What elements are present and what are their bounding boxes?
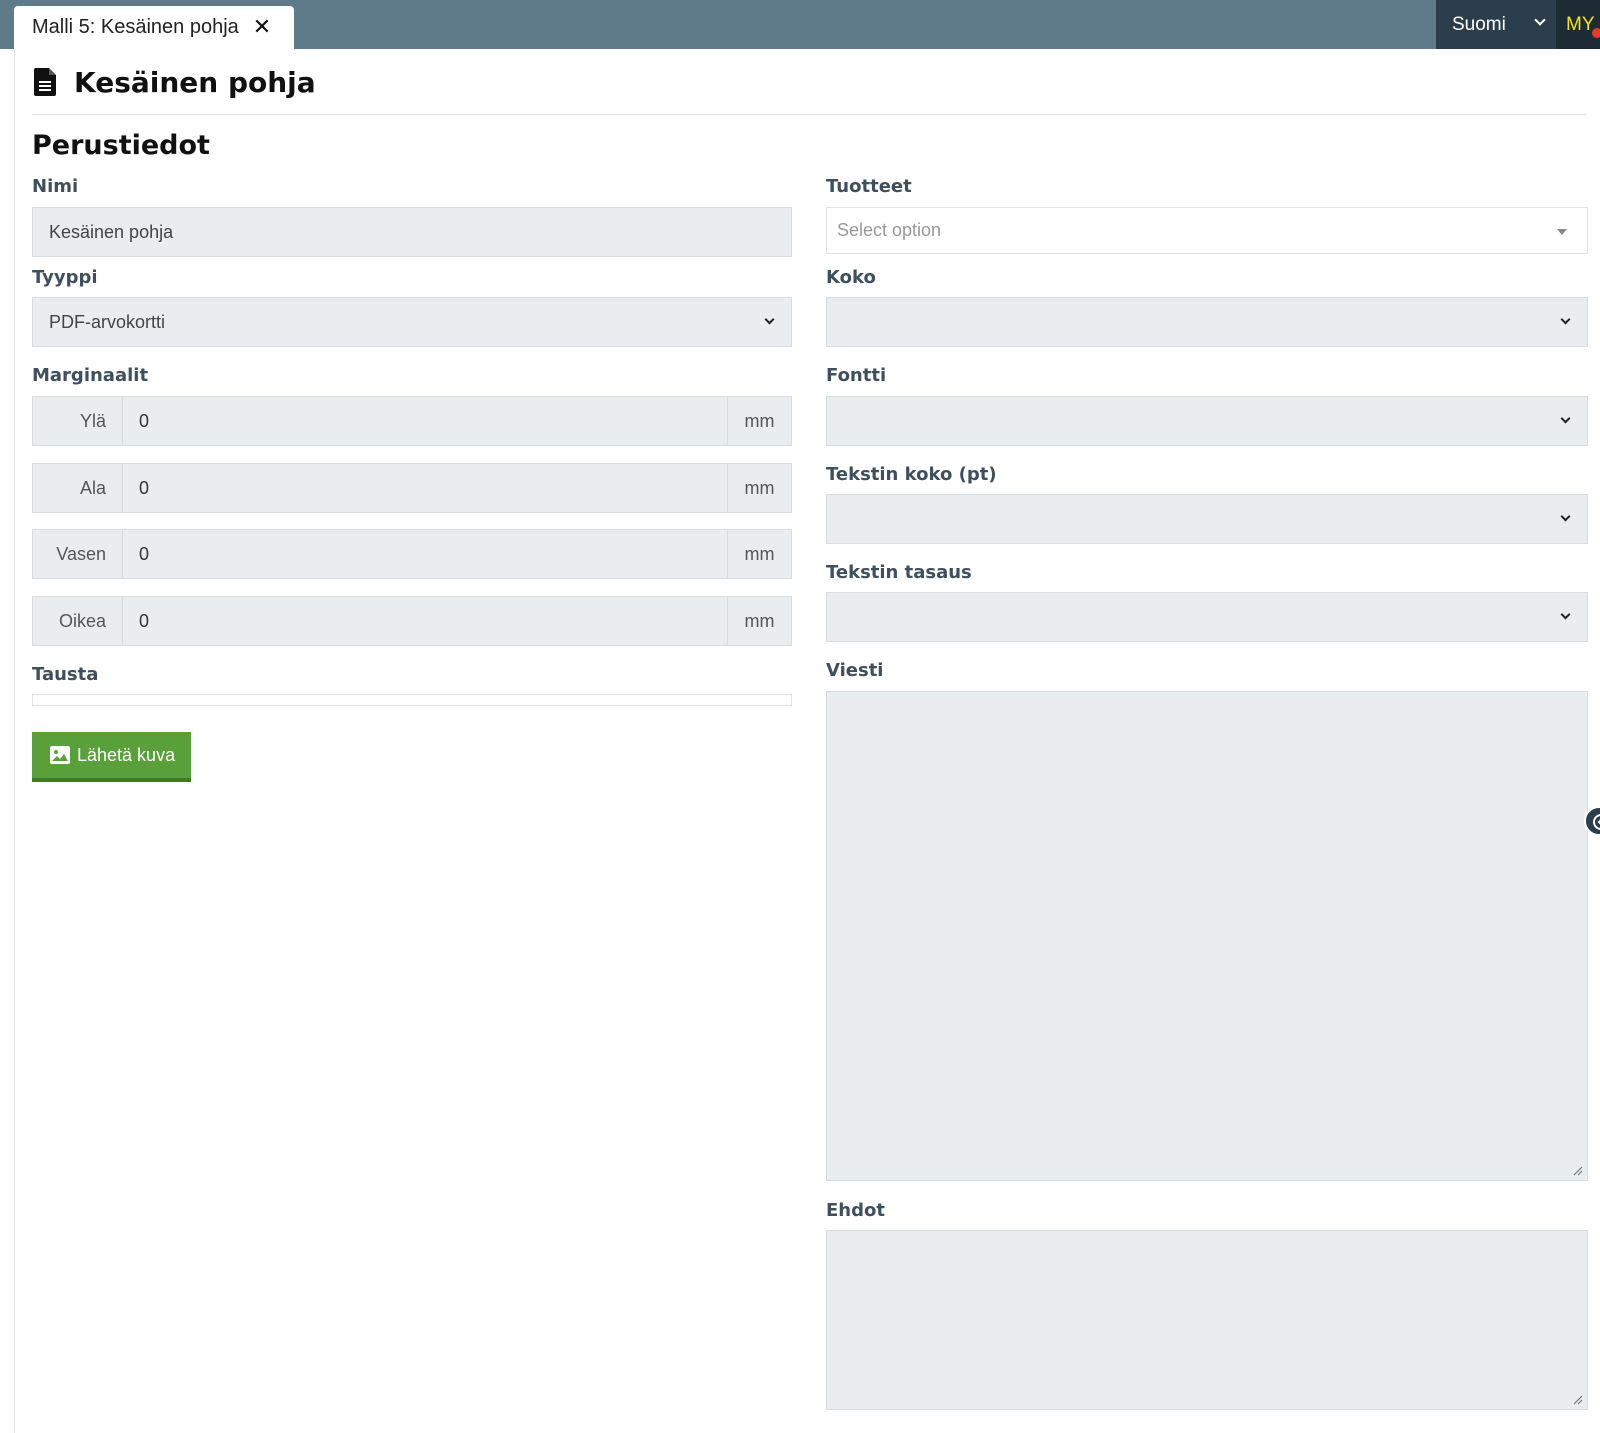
koko-label: Koko: [826, 267, 876, 288]
arrow-left-icon: [1593, 814, 1600, 830]
margin-top-label: Ylä: [33, 397, 123, 445]
notification-dot: [1592, 28, 1600, 38]
language-label: Suomi: [1452, 13, 1506, 35]
margin-right-unit: mm: [727, 597, 791, 645]
margin-left-label: Vasen: [33, 530, 123, 578]
tekstin-tasaus-select[interactable]: [826, 592, 1588, 642]
resize-grip-icon[interactable]: [1573, 1166, 1583, 1176]
nimi-input[interactable]: Kesäinen pohja: [32, 207, 792, 257]
tyyppi-select[interactable]: PDF-arvokortti: [32, 297, 792, 347]
marginaalit-label: Marginaalit: [32, 365, 149, 386]
nimi-value: Kesäinen pohja: [49, 221, 174, 242]
resize-grip-icon[interactable]: [1573, 1395, 1583, 1405]
language-selector[interactable]: Suomi: [1436, 0, 1556, 49]
chevron-down-icon: [1534, 14, 1546, 26]
tuotteet-label: Tuotteet: [826, 176, 912, 197]
margin-bottom-unit: mm: [727, 464, 791, 512]
ehdot-textarea[interactable]: [826, 1230, 1588, 1410]
margin-right-label: Oikea: [33, 597, 123, 645]
tausta-label: Tausta: [32, 664, 99, 685]
page-header: Kesäinen pohja: [34, 62, 316, 102]
tekstin-koko-label: Tekstin koko (pt): [826, 464, 997, 485]
divider: [32, 114, 1586, 115]
document-icon: [34, 68, 56, 96]
margin-bottom-input[interactable]: 0: [123, 464, 727, 512]
chevron-down-icon: [1560, 609, 1571, 620]
close-icon[interactable]: ✕: [253, 16, 271, 39]
tab-template[interactable]: Malli 5: Kesäinen pohja ✕: [14, 6, 294, 49]
tekstin-koko-select[interactable]: [826, 494, 1588, 544]
nimi-label: Nimi: [32, 176, 79, 197]
left-border: [14, 49, 15, 1433]
tuotteet-select[interactable]: Select option: [826, 207, 1588, 254]
chevron-down-icon: [764, 314, 775, 325]
tab-label: Malli 5: Kesäinen pohja: [32, 16, 239, 38]
margin-top-group: Ylä 0 mm: [32, 396, 792, 446]
user-menu[interactable]: MY: [1556, 0, 1600, 49]
page-title: Kesäinen pohja: [74, 65, 316, 99]
margin-left-unit: mm: [727, 530, 791, 578]
chevron-down-icon: [1560, 511, 1571, 522]
section-title: Perustiedot: [32, 130, 210, 161]
margin-bottom-label: Ala: [33, 464, 123, 512]
tyyppi-label: Tyyppi: [32, 267, 98, 288]
koko-select[interactable]: [826, 297, 1588, 347]
tekstin-tasaus-label: Tekstin tasaus: [826, 562, 972, 583]
margin-top-input[interactable]: 0: [123, 397, 727, 445]
top-bar: Malli 5: Kesäinen pohja ✕ Suomi MY: [0, 0, 1600, 49]
chevron-down-icon: [1560, 314, 1571, 325]
viesti-textarea[interactable]: [826, 691, 1588, 1181]
caret-down-icon: [1557, 229, 1567, 235]
viesti-label: Viesti: [826, 660, 884, 681]
chevron-down-icon: [1560, 413, 1571, 424]
fontti-label: Fontti: [826, 365, 887, 386]
margin-left-input[interactable]: 0: [123, 530, 727, 578]
tyyppi-value: PDF-arvokortti: [49, 311, 166, 332]
margin-bottom-group: Ala 0 mm: [32, 463, 792, 513]
upload-button-label: Lähetä kuva: [77, 744, 176, 765]
user-initials: MY: [1566, 14, 1595, 35]
margin-left-group: Vasen 0 mm: [32, 529, 792, 579]
tuotteet-placeholder: Select option: [837, 220, 942, 240]
margin-top-unit: mm: [727, 397, 791, 445]
ehdot-label: Ehdot: [826, 1200, 885, 1221]
upload-image-button[interactable]: Lähetä kuva: [32, 732, 191, 782]
background-preview: [32, 694, 792, 706]
fontti-select[interactable]: [826, 396, 1588, 446]
image-icon: [50, 746, 70, 764]
margin-right-group: Oikea 0 mm: [32, 596, 792, 646]
margin-right-input[interactable]: 0: [123, 597, 727, 645]
